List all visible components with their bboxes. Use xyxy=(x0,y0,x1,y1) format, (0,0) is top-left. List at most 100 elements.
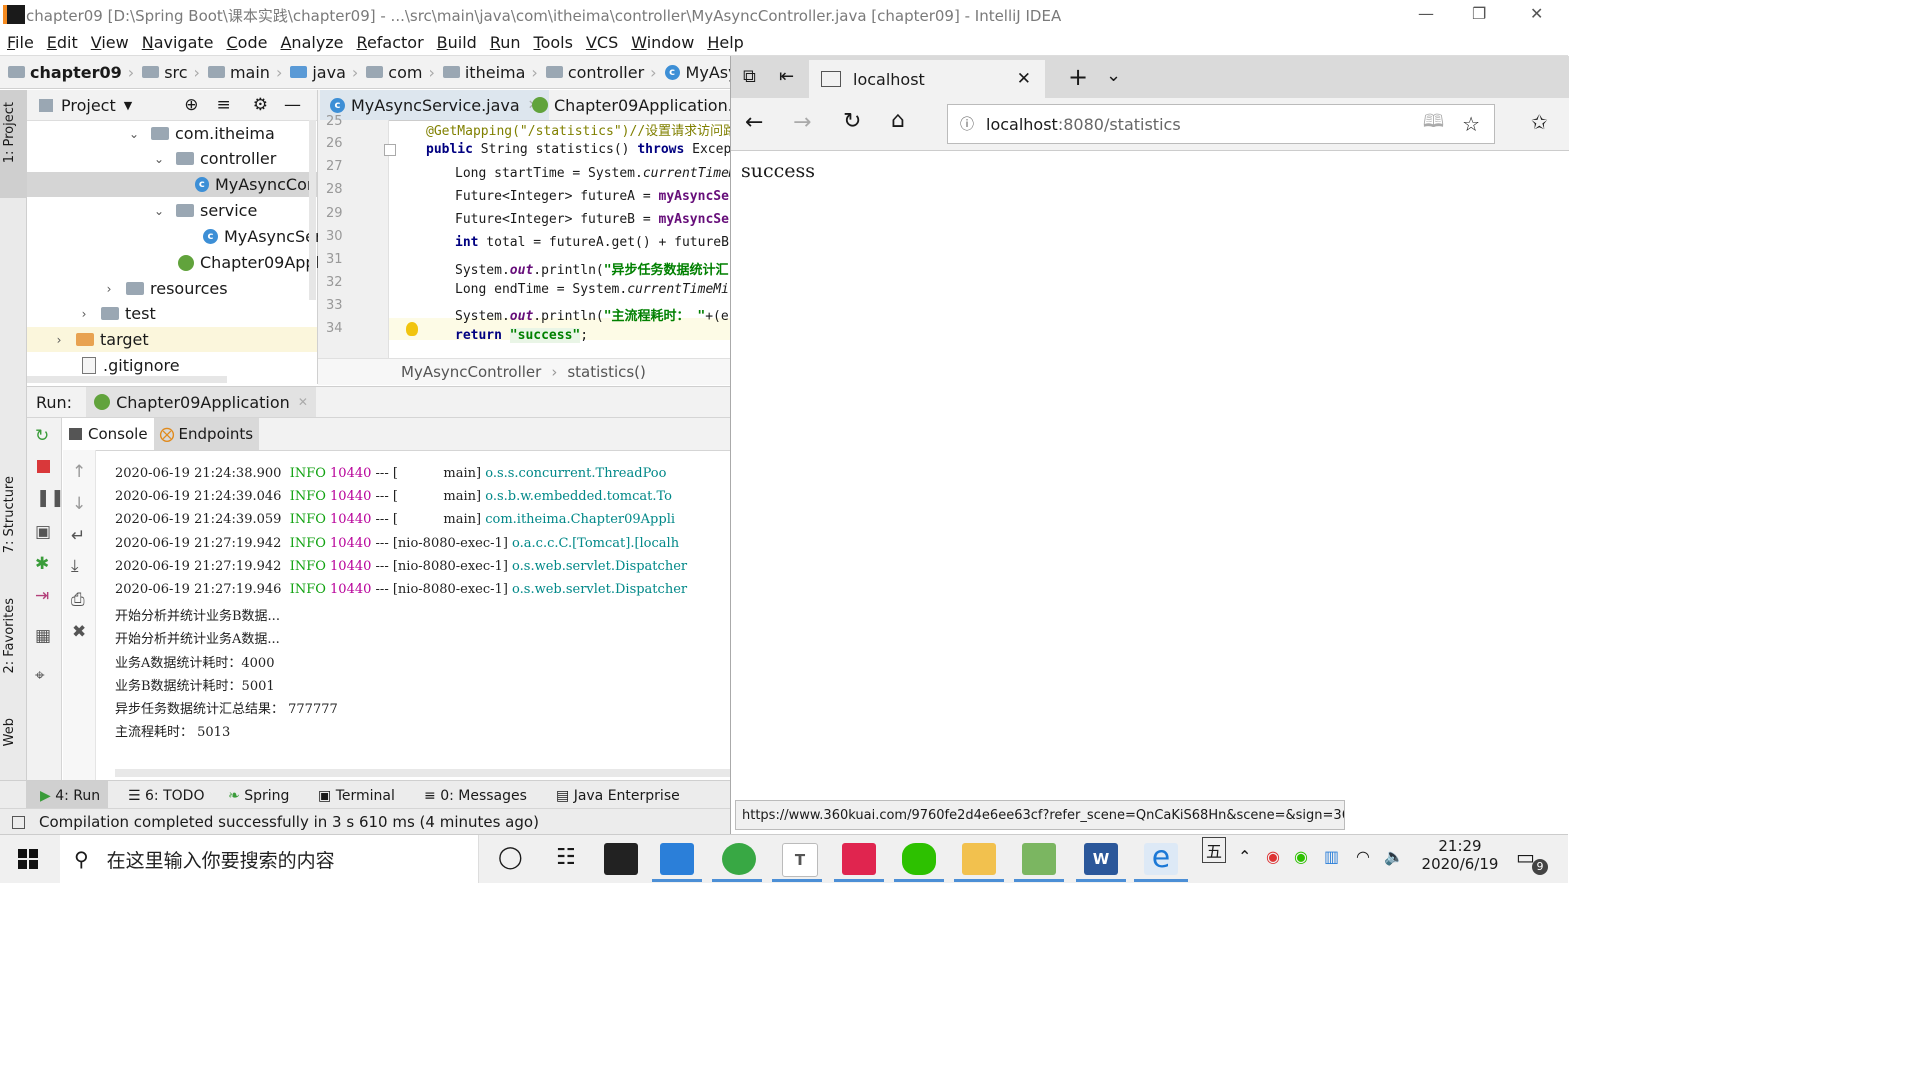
tree-item-test[interactable]: › test xyxy=(77,301,156,326)
chevron-up-icon[interactable]: ⌃ xyxy=(1238,847,1251,866)
collapse-all-icon[interactable]: ≡ xyxy=(216,95,230,115)
lightbulb-icon[interactable] xyxy=(406,322,418,336)
tool-tab-todo[interactable]: ☰ 6: TODO xyxy=(128,788,204,804)
close-tab-icon[interactable]: ✕ xyxy=(298,395,308,409)
hide-panel-icon[interactable]: — xyxy=(284,95,301,115)
tool-tab-java-enterprise[interactable]: ▤ Java Enterprise xyxy=(556,788,680,804)
vertical-scrollbar[interactable] xyxy=(309,120,316,300)
crumb-controller[interactable]: controller › xyxy=(545,63,657,82)
menu-file[interactable]: File xyxy=(7,33,34,52)
debug-icon[interactable]: ✱ xyxy=(35,554,49,574)
tool-tab-run[interactable]: ▶ 4: Run xyxy=(40,788,100,804)
close-icon[interactable]: ✕ xyxy=(1530,4,1543,23)
restore-icon[interactable]: ❐ xyxy=(1472,4,1486,23)
menu-run[interactable]: Run xyxy=(490,33,521,52)
tab-endpoints[interactable]: ⨂ Endpoints xyxy=(153,418,260,450)
tool-tab-messages[interactable]: ≡ 0: Messages xyxy=(424,788,527,804)
menu-edit[interactable]: Edit xyxy=(47,33,78,52)
arrow-down-icon[interactable]: ↓ xyxy=(72,494,86,514)
layout-icon[interactable]: ▦ xyxy=(35,626,51,646)
tab-project[interactable]: 1: Project xyxy=(2,102,17,163)
refresh-icon[interactable]: ↻ xyxy=(843,109,861,134)
crumb-class[interactable]: MyAsyncController xyxy=(401,363,541,381)
edge-icon[interactable]: e xyxy=(1144,843,1178,875)
tab-console[interactable]: Console xyxy=(63,418,154,450)
app-icon-dark[interactable] xyxy=(604,843,638,875)
qq-tray-icon[interactable]: ◉ xyxy=(1266,847,1280,866)
menu-refactor[interactable]: Refactor xyxy=(357,33,424,52)
stop-icon[interactable] xyxy=(37,460,50,473)
menu-vcs[interactable]: VCS xyxy=(586,33,618,52)
notepad-icon[interactable] xyxy=(1022,843,1056,875)
file-explorer-icon[interactable] xyxy=(962,843,996,875)
crumb-main[interactable]: main › xyxy=(207,63,282,82)
intellij-icon[interactable] xyxy=(842,843,876,875)
crumb-java[interactable]: java › xyxy=(290,63,358,82)
minimize-icon[interactable]: — xyxy=(1418,4,1434,23)
volume-icon[interactable]: 🔈 xyxy=(1384,847,1404,866)
camera-icon[interactable]: ▣ xyxy=(35,522,51,542)
task-view-icon[interactable]: ☷ xyxy=(556,845,576,870)
scroll-to-end-icon[interactable]: ⤓ xyxy=(71,556,79,576)
menu-code[interactable]: Code xyxy=(227,33,268,52)
target-icon[interactable]: ⊕ xyxy=(184,95,198,115)
cortana-icon[interactable]: ◯ xyxy=(498,845,523,870)
windows-start-icon[interactable] xyxy=(18,849,38,869)
close-tab-icon[interactable]: ✕ xyxy=(1017,69,1031,89)
new-tab-icon[interactable]: + xyxy=(1068,63,1088,91)
tree-item-myasynccontroller[interactable]: c MyAsyncCon xyxy=(27,172,317,197)
menu-help[interactable]: Help xyxy=(707,33,743,52)
browser-tab-localhost[interactable]: localhost ✕ xyxy=(809,60,1045,98)
tool-tab-terminal[interactable]: ▣ Terminal xyxy=(318,788,395,804)
favorites-hub-icon[interactable]: ✩ xyxy=(1531,110,1548,134)
status-toggle-icon[interactable] xyxy=(12,815,25,829)
reading-view-icon[interactable]: 🕮 xyxy=(1423,109,1444,139)
menu-build[interactable]: Build xyxy=(437,33,477,52)
menu-tools[interactable]: Tools xyxy=(534,33,573,52)
pin-icon[interactable]: ⌖ xyxy=(35,666,45,686)
gear-icon[interactable]: ⚙ xyxy=(253,95,268,115)
crumb-com[interactable]: com › xyxy=(366,63,435,82)
photos-icon[interactable] xyxy=(660,843,694,875)
tool-tab-spring[interactable]: ❧ Spring xyxy=(228,788,289,804)
wifi-icon[interactable]: ◠ xyxy=(1356,847,1370,866)
arrow-up-icon[interactable]: ↑ xyxy=(72,462,86,482)
forward-icon[interactable]: → xyxy=(793,110,811,135)
browser-360-icon[interactable] xyxy=(722,843,756,875)
wechat-tray-icon[interactable]: ◉ xyxy=(1294,847,1308,866)
menu-window[interactable]: Window xyxy=(631,33,694,52)
crumb-itheima[interactable]: itheima › xyxy=(442,63,538,82)
taskbar-search[interactable]: ⚲ 在这里输入你要搜索的内容 xyxy=(60,835,479,883)
chevron-down-icon[interactable]: ▼ xyxy=(124,99,132,112)
soft-wrap-icon[interactable]: ↵ xyxy=(71,526,85,546)
back-icon[interactable]: ← xyxy=(745,110,763,135)
project-panel-title[interactable]: Project xyxy=(61,96,116,115)
menu-analyze[interactable]: Analyze xyxy=(280,33,343,52)
fold-marker-icon[interactable] xyxy=(384,144,396,156)
ime-indicator[interactable]: 五 xyxy=(1202,837,1227,863)
tree-item-com-itheima[interactable]: ⌄ com.itheima xyxy=(127,121,275,146)
rerun-icon[interactable]: ↻ xyxy=(35,426,49,446)
crumb-project[interactable]: chapter09 › xyxy=(8,63,134,82)
clock[interactable]: 21:29 2020/6/19 xyxy=(1420,837,1500,873)
menu-view[interactable]: View xyxy=(91,33,129,52)
tree-item-resources[interactable]: › resources xyxy=(102,276,228,301)
wechat-icon[interactable] xyxy=(902,843,936,875)
console-horizontal-scrollbar[interactable] xyxy=(115,769,730,777)
tree-item-controller[interactable]: ⌄ controller xyxy=(152,146,276,171)
word-icon[interactable]: W xyxy=(1084,843,1118,875)
url-input[interactable]: ⓘ localhost:8080/statistics 🕮 ☆ xyxy=(947,104,1495,144)
tree-item-target[interactable]: › target xyxy=(27,327,317,352)
tab-web[interactable]: Web xyxy=(2,718,17,746)
tab-favorites[interactable]: 2: Favorites xyxy=(2,598,17,674)
tab-structure[interactable]: 7: Structure xyxy=(2,476,17,553)
set-aside-tabs-icon[interactable]: ⇤ xyxy=(779,66,794,87)
tab-myasyncservice[interactable]: cMyAsyncService.java✕ xyxy=(320,90,549,120)
baidu-tray-icon[interactable]: ▥ xyxy=(1324,847,1339,866)
tree-item-gitignore[interactable]: .gitignore xyxy=(82,353,180,378)
pause-icon[interactable]: ❚❚ xyxy=(36,488,65,508)
print-icon[interactable]: ⎙ xyxy=(71,590,85,610)
typora-icon[interactable]: T xyxy=(782,843,818,877)
home-icon[interactable]: ⌂ xyxy=(891,108,905,133)
favorite-star-icon[interactable]: ☆ xyxy=(1462,112,1480,136)
